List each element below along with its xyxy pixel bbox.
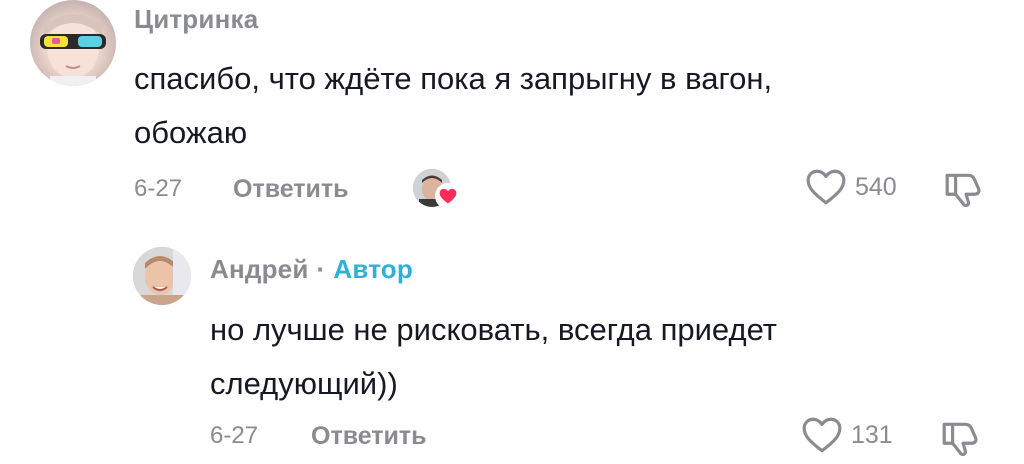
- comment-text-line: спасибо, что ждёте пока я запрыгну в ваг…: [134, 61, 773, 96]
- comment-text: но лучше не рисковать, всегда приедет сл…: [210, 303, 930, 411]
- comment-item: Цитринка спасибо, что ждёте пока я запры…: [0, 0, 1024, 230]
- creator-liked-badge: [413, 167, 461, 211]
- thumbs-down-outline-icon: [945, 173, 981, 208]
- comment-username[interactable]: Цитринка: [134, 4, 258, 35]
- reply-button[interactable]: Ответить: [311, 422, 427, 451]
- like-count: 540: [855, 172, 897, 201]
- author-separator: ·: [316, 254, 326, 284]
- comment-text-line: обожаю: [134, 115, 248, 150]
- dislike-button[interactable]: [943, 168, 985, 215]
- avatar[interactable]: [30, 0, 116, 86]
- comment-date: 6-27: [210, 422, 259, 449]
- like-button[interactable]: 131: [801, 416, 893, 454]
- like-button[interactable]: 540: [805, 168, 897, 206]
- like-count: 131: [851, 420, 893, 449]
- avatar-image: [40, 14, 106, 86]
- comment-text-line: следующий)): [210, 366, 398, 401]
- dislike-button[interactable]: [940, 417, 982, 464]
- avatar[interactable]: [133, 247, 191, 305]
- thumbs-down-outline-icon: [942, 422, 978, 457]
- heart-outline-icon: [802, 417, 842, 453]
- heart-outline-icon: [806, 169, 846, 205]
- avatar-image: [133, 247, 191, 305]
- reply-username[interactable]: Андрей: [210, 254, 309, 284]
- comment-username: Андрей · Автор: [210, 254, 413, 285]
- author-badge: Автор: [333, 254, 413, 284]
- reply-button[interactable]: Ответить: [233, 175, 349, 204]
- creator-heart-badge-icon: [435, 183, 461, 209]
- comment-date: 6-27: [134, 175, 183, 202]
- comment-text: спасибо, что ждёте пока я запрыгну в ваг…: [134, 52, 974, 160]
- comment-text-line: но лучше не рисковать, всегда приедет: [210, 312, 777, 347]
- reply-item: Андрей · Автор но лучше не рисковать, всег…: [0, 230, 1024, 457]
